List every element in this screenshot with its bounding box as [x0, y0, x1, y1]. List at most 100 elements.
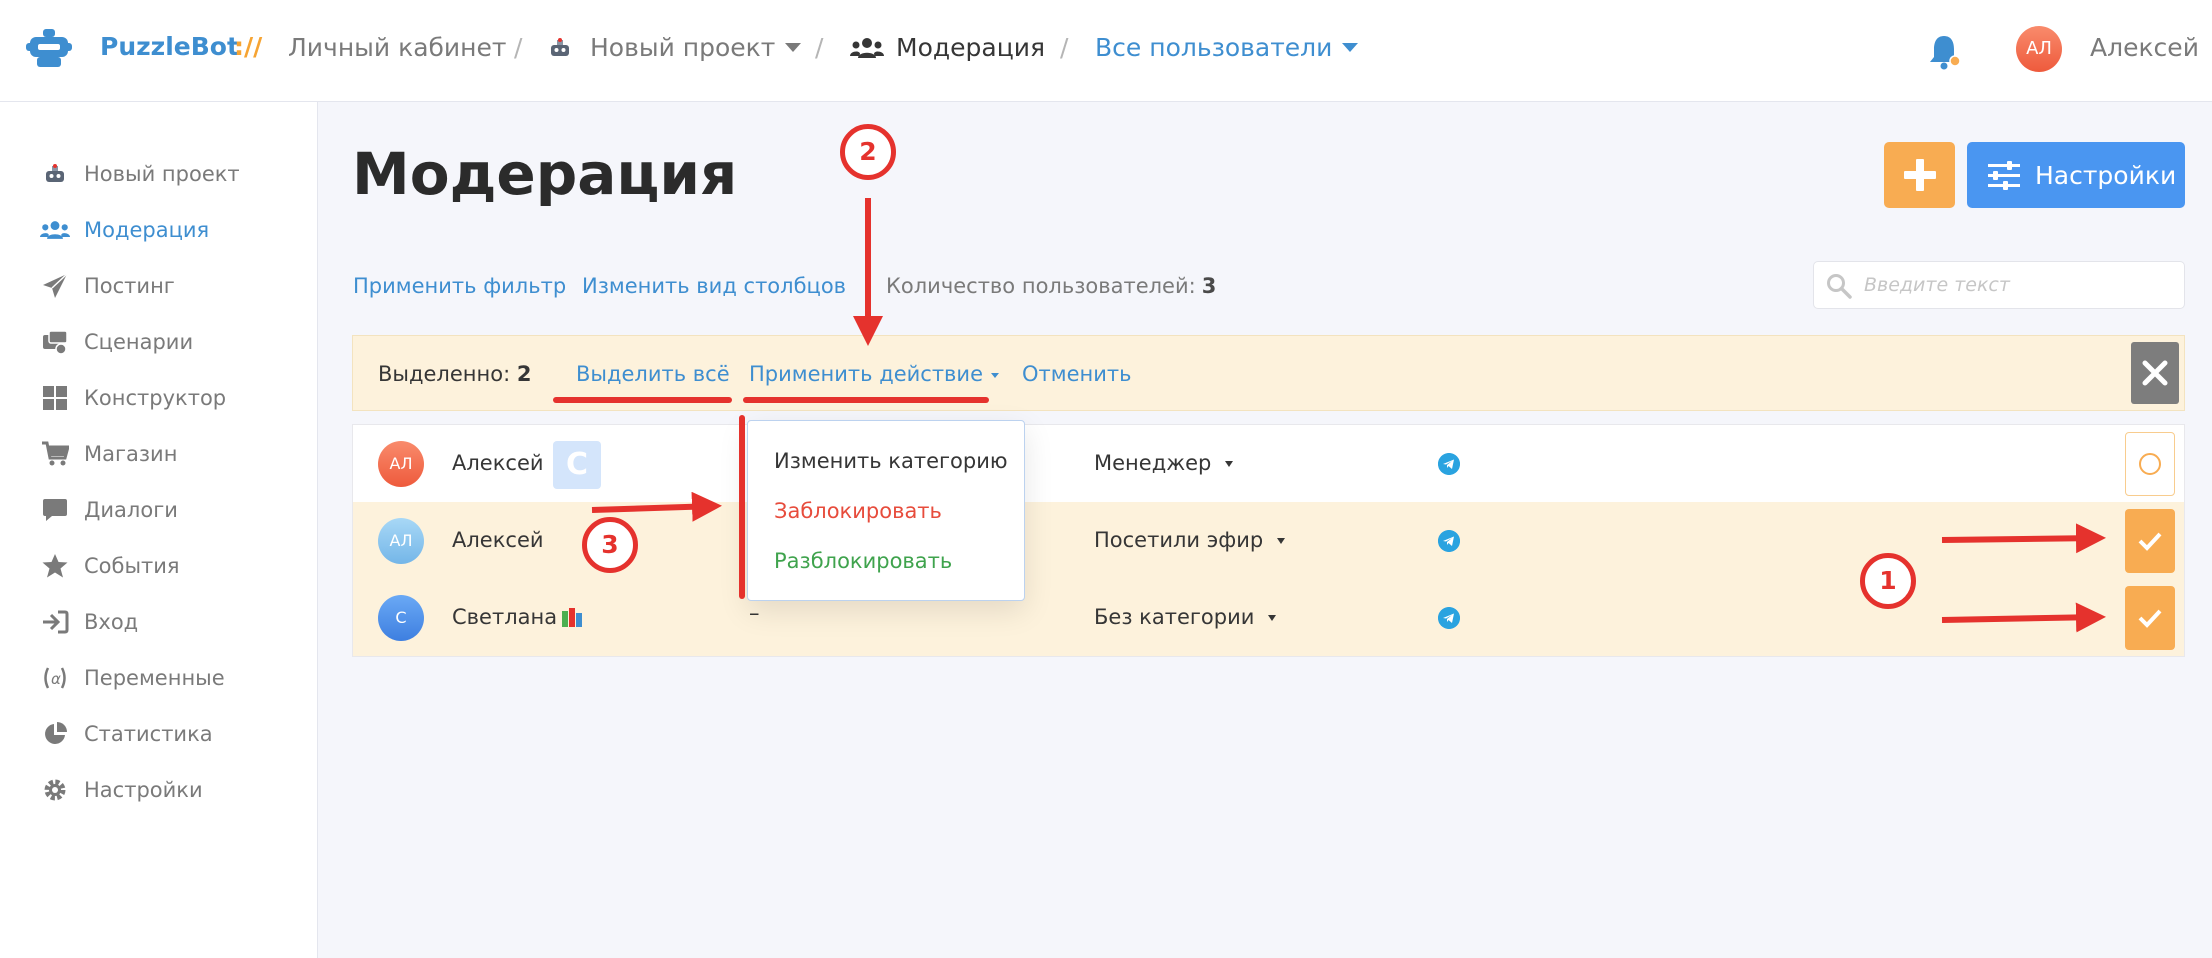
sidebar-item-dialogs[interactable]: Диалоги: [40, 490, 178, 530]
table-row[interactable]: АЛ Алексей C Менеджер: [353, 425, 2184, 502]
breadcrumb-moderation[interactable]: Модерация: [850, 33, 1045, 62]
users-icon: [850, 37, 884, 58]
sidebar-item-statistics[interactable]: Статистика: [40, 714, 213, 754]
category-label: Менеджер: [1094, 451, 1212, 475]
menu-item-unblock[interactable]: Разблокировать: [774, 549, 952, 573]
category-dropdown[interactable]: Без категории: [1094, 605, 1277, 629]
sidebar-item-login[interactable]: Вход: [40, 602, 138, 642]
add-button[interactable]: [1884, 142, 1955, 208]
avatar: С: [378, 595, 424, 641]
search-box: [1813, 261, 2185, 309]
sliders-icon: [1988, 161, 2020, 190]
gear-icon: [40, 775, 70, 805]
breadcrumb-moderation-label: Модерация: [896, 33, 1046, 62]
breadcrumb-separator: /: [514, 33, 523, 62]
sidebar-item-constructor[interactable]: Конструктор: [40, 378, 226, 418]
avatar: АЛ: [378, 518, 424, 564]
sidebar-item-shop[interactable]: Магазин: [40, 434, 177, 474]
sidebar-item-label: Новый проект: [84, 162, 240, 186]
paper-plane-icon: [40, 271, 70, 301]
user-name[interactable]: Алексей: [452, 451, 544, 475]
menu-item-block[interactable]: Заблокировать: [774, 499, 942, 523]
apply-action-label: Применить действие: [749, 362, 984, 386]
brand-separator: ://: [234, 32, 263, 61]
sidebar-item-label: Модерация: [84, 218, 210, 242]
sidebar-item-settings[interactable]: Настройки: [40, 770, 203, 810]
cancel-selection-link[interactable]: Отменить: [1022, 362, 1132, 386]
user-name[interactable]: Светлана: [452, 605, 557, 629]
cart-icon: [40, 439, 70, 469]
caret-down-icon: [1277, 538, 1286, 544]
circle-icon: [2139, 453, 2161, 475]
breadcrumb-project-label: Новый проект: [590, 33, 776, 62]
variable-icon: α: [40, 663, 70, 693]
settings-button[interactable]: Настройки: [1967, 142, 2185, 208]
pie-chart-icon: [40, 719, 70, 749]
annotation-marker-1: 1: [1860, 553, 1916, 609]
menu-item-change-category[interactable]: Изменить категорию: [774, 449, 1008, 473]
row-select-checkbox[interactable]: [2125, 586, 2175, 650]
sidebar-item-posting[interactable]: Постинг: [40, 266, 175, 306]
sidebar-item-events[interactable]: События: [40, 546, 180, 586]
page-title: Модерация: [352, 140, 738, 208]
close-icon: [2142, 360, 2168, 386]
user-filter-label: Все пользователи: [1095, 33, 1333, 62]
annotation-marker-3: 3: [582, 517, 638, 573]
sidebar-item-new-project[interactable]: Новый проект: [40, 154, 240, 194]
category-label: Посетили эфир: [1094, 528, 1264, 552]
user-count: Количество пользователей: 3: [886, 274, 1216, 298]
selected-count-value: 2: [516, 362, 532, 386]
change-columns-link[interactable]: Изменить вид столбцов: [582, 274, 846, 298]
empty-value: –: [749, 601, 760, 625]
chat-icon: [40, 495, 70, 525]
search-input[interactable]: [1864, 270, 2164, 300]
sidebar-item-label: Конструктор: [84, 386, 227, 410]
caret-down-icon: [1268, 615, 1277, 621]
user-name[interactable]: Алексей: [2090, 33, 2199, 62]
sidebar-item-label: Магазин: [84, 442, 178, 466]
apply-action-dropdown[interactable]: Применить действие: [749, 362, 1000, 386]
scenario-icon: [40, 327, 70, 357]
avatar[interactable]: АЛ: [2016, 26, 2062, 72]
users-icon: [40, 215, 70, 245]
row-select-checkbox[interactable]: [2125, 432, 2175, 496]
sidebar-item-label: События: [84, 554, 180, 578]
svg-text:α: α: [51, 670, 61, 688]
caret-down-icon: [991, 372, 1000, 378]
breadcrumb-separator: /: [1060, 33, 1069, 62]
breadcrumb-cabinet[interactable]: Личный кабинет: [288, 33, 506, 62]
category-dropdown[interactable]: Менеджер: [1094, 451, 1234, 475]
apply-filter-link[interactable]: Применить фильтр: [353, 274, 566, 298]
settings-button-label: Настройки: [2035, 160, 2177, 190]
close-selection-button[interactable]: [2131, 342, 2179, 404]
sidebar-item-moderation[interactable]: Модерация: [40, 210, 209, 250]
apply-action-menu: Изменить категорию Заблокировать Разблок…: [747, 420, 1025, 601]
grid-icon: [40, 383, 70, 413]
avatar: АЛ: [378, 441, 424, 487]
user-name[interactable]: Алексей: [452, 528, 544, 552]
sidebar-item-label: Диалоги: [84, 498, 178, 522]
breadcrumb-separator: /: [815, 33, 824, 62]
bot-icon: [40, 159, 70, 189]
row-select-checkbox[interactable]: [2125, 509, 2175, 573]
telegram-icon: [1438, 453, 1460, 475]
selected-count-label: Выделенно:: [378, 362, 511, 386]
sidebar-item-label: Вход: [84, 610, 139, 634]
books-emoji-icon: [562, 608, 582, 627]
breadcrumb-project[interactable]: Новый проект: [548, 33, 802, 62]
user-count-label: Количество пользователей:: [886, 274, 1196, 298]
select-all-link[interactable]: Выделить всё: [576, 362, 730, 386]
sidebar-item-scenarios[interactable]: Сценарии: [40, 322, 193, 362]
telegram-icon: [1438, 530, 1460, 552]
user-filter-dropdown[interactable]: Все пользователи: [1095, 33, 1359, 62]
selection-bar: Выделенно: 2 Выделить всё Применить дейс…: [352, 335, 2185, 411]
user-count-value: 3: [1201, 274, 1217, 298]
brand-name[interactable]: PuzzleBot: [100, 32, 239, 61]
puzzlebot-logo-icon[interactable]: [26, 28, 72, 70]
sidebar: Новый проект Модерация Постинг Сценарии …: [0, 102, 318, 958]
bell-icon[interactable]: [1928, 32, 1962, 70]
category-dropdown[interactable]: Посетили эфир: [1094, 528, 1286, 552]
sidebar-item-variables[interactable]: α Переменные: [40, 658, 225, 698]
user-badge: C: [553, 441, 601, 489]
annotation-marker-2: 2: [840, 124, 896, 180]
